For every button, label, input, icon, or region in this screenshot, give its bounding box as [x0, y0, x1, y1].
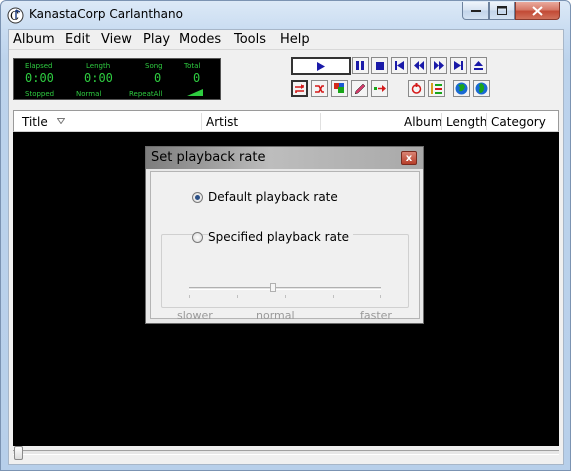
close-icon: x: [405, 152, 413, 164]
playback-rate-dialog: Set playback rate x Default playback rat…: [145, 146, 424, 324]
column-album[interactable]: Album: [404, 115, 442, 129]
move-button[interactable]: [371, 80, 388, 97]
slider-tick: [333, 295, 334, 298]
seek-thumb[interactable]: [14, 446, 23, 460]
close-button[interactable]: [515, 2, 560, 20]
slider-tick: [237, 295, 238, 298]
menu-view[interactable]: View: [101, 32, 132, 47]
shuffle-icon: [315, 84, 324, 93]
stop-button[interactable]: [371, 57, 388, 74]
skip-back-icon: [395, 61, 404, 70]
length-value: 0:00: [84, 71, 113, 85]
specified-rate-radio[interactable]: [192, 232, 203, 243]
slower-label: slower: [177, 309, 213, 322]
eject-button[interactable]: [470, 57, 487, 74]
colored-blocks-icon: [334, 83, 344, 93]
song-value: 0: [154, 71, 162, 85]
rate-slider-thumb[interactable]: [270, 283, 276, 292]
app-logo-icon: C: [7, 7, 24, 24]
rate-slider-track[interactable]: [189, 287, 381, 290]
rewind-icon: [413, 61, 424, 70]
dialog-body: Default playback rate Specified playback…: [150, 171, 420, 322]
dialog-close-button[interactable]: x: [401, 151, 417, 165]
slider-tick: [285, 295, 286, 298]
length-label: Length: [86, 62, 111, 70]
skip-forward-icon: [454, 61, 463, 70]
column-category[interactable]: Category: [491, 115, 546, 129]
repeat-label: RepeatAll: [129, 90, 163, 98]
seek-bar[interactable]: [13, 450, 559, 455]
playlist-button[interactable]: [428, 80, 445, 97]
column-artist[interactable]: Artist: [206, 115, 238, 129]
column-divider[interactable]: [486, 113, 487, 130]
cycle-icon: [411, 83, 422, 94]
edit-button[interactable]: [351, 80, 368, 97]
pause-button[interactable]: [352, 57, 369, 74]
play-icon: [317, 61, 325, 71]
slider-tick: [380, 295, 381, 298]
state-label: Stopped: [25, 90, 55, 98]
column-title[interactable]: Title: [22, 115, 48, 129]
volume-wedge-icon[interactable]: [187, 89, 203, 96]
next-track-button[interactable]: [450, 57, 467, 74]
maximize-button[interactable]: [489, 2, 515, 20]
lcd-display: Elapsed Length Song Total 0:00 0:00 0 0 …: [13, 58, 221, 100]
organize-button[interactable]: [331, 80, 348, 97]
default-rate-radio[interactable]: [192, 192, 203, 203]
slider-tick: [189, 295, 190, 298]
menu-tools[interactable]: Tools: [234, 32, 266, 47]
default-rate-label[interactable]: Default playback rate: [208, 190, 338, 204]
minimize-icon: [470, 9, 481, 12]
column-length[interactable]: Length: [446, 115, 487, 129]
pencil-icon: [354, 83, 365, 94]
web-info-button[interactable]: [473, 80, 490, 97]
eject-icon: [474, 61, 483, 70]
mode-label: Normal: [76, 90, 102, 98]
total-value: 0: [193, 71, 201, 85]
dialog-title: Set playback rate: [151, 150, 266, 165]
repeat-button[interactable]: [291, 80, 308, 97]
column-divider[interactable]: [320, 113, 321, 130]
menu-help[interactable]: Help: [280, 32, 310, 47]
previous-track-button[interactable]: [391, 57, 408, 74]
song-label: Song: [145, 62, 163, 70]
normal-label: normal: [256, 309, 295, 322]
elapsed-label: Elapsed: [25, 62, 53, 70]
fast-forward-button[interactable]: [430, 57, 447, 74]
repeat-icon: [295, 83, 304, 93]
specified-rate-label[interactable]: Specified playback rate: [208, 230, 354, 244]
faster-label: faster: [360, 309, 392, 322]
arrow-right-icon: [373, 85, 386, 92]
title-bar[interactable]: C KanastaCorp Carlanthano: [1, 1, 570, 29]
menu-edit[interactable]: Edit: [65, 32, 90, 47]
sort-arrow-icon: [57, 118, 65, 124]
window-title: KanastaCorp Carlanthano: [29, 7, 183, 21]
web-button[interactable]: [453, 80, 470, 97]
shuffle-button[interactable]: [311, 80, 328, 97]
track-list-header: Title Artist Album Length Category: [13, 110, 559, 132]
cycle-button[interactable]: [408, 80, 425, 97]
elapsed-value: 0:00: [25, 71, 54, 85]
menu-modes[interactable]: Modes: [179, 32, 221, 47]
column-divider[interactable]: [201, 113, 202, 130]
pause-icon: [356, 61, 364, 70]
close-icon: [532, 5, 543, 16]
menu-bar: Album Edit View Play Modes Tools Help: [9, 30, 563, 50]
globe-icon: [455, 82, 468, 95]
fast-forward-icon: [433, 61, 444, 70]
maximize-icon: [497, 6, 507, 15]
minimize-button[interactable]: [462, 2, 489, 20]
dialog-title-bar[interactable]: Set playback rate x: [146, 147, 423, 169]
menu-album[interactable]: Album: [13, 32, 55, 47]
globe-green-icon: [475, 82, 488, 95]
list-icon: [431, 83, 442, 94]
stop-icon: [375, 61, 384, 70]
rewind-button[interactable]: [410, 57, 427, 74]
column-divider[interactable]: [441, 113, 442, 130]
menu-play[interactable]: Play: [143, 32, 170, 47]
play-button[interactable]: [291, 57, 351, 75]
total-label: Total: [184, 62, 201, 70]
